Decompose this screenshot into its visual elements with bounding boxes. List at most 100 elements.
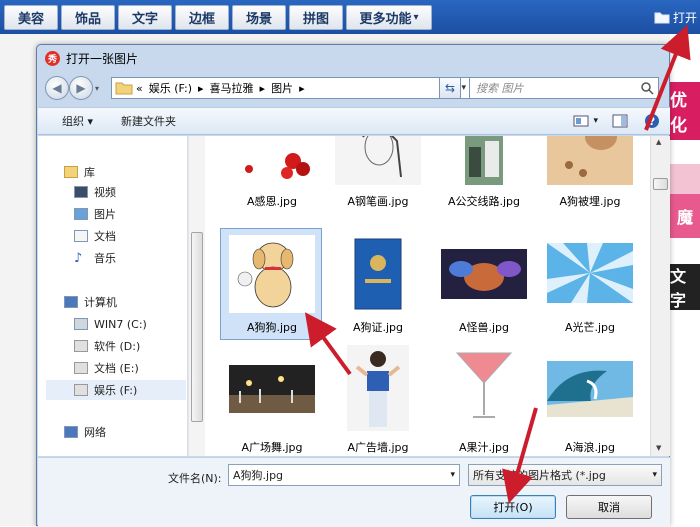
sidebar-scrollbar[interactable]: [188, 136, 205, 456]
file-name: A狗证.jpg: [352, 321, 404, 334]
banner-text: 魔: [676, 208, 693, 227]
sidebar-item-drive-c[interactable]: WIN7 (C:): [74, 314, 196, 334]
scroll-up-icon[interactable]: ▲: [656, 138, 661, 146]
file-item[interactable]: A狗证.jpg: [326, 228, 428, 340]
breadcrumb-drive[interactable]: 娱乐 (F:): [146, 80, 195, 96]
back-arrow-icon: ◀: [52, 81, 62, 95]
sidebar-item-network[interactable]: 网络: [64, 422, 186, 442]
sidebar-item-videos[interactable]: 视频: [74, 182, 196, 202]
sidebar-item-documents[interactable]: 文档: [74, 226, 196, 246]
chevron-right-icon[interactable]: ▸: [195, 82, 207, 95]
file-thumbnail: [347, 345, 409, 431]
file-item-selected[interactable]: A狗狗.jpg: [220, 228, 322, 340]
preview-divider: [670, 144, 700, 162]
refresh-button[interactable]: ⇆: [439, 77, 461, 99]
file-type-filter[interactable]: 所有支持的图片格式 (*.jpg ▾: [468, 464, 662, 486]
preview-pane-icon[interactable]: [612, 114, 628, 128]
preview-banner-1: 优化: [670, 82, 700, 140]
back-button[interactable]: ◀: [45, 76, 69, 100]
filename-label: 文件名(N):: [168, 472, 222, 485]
view-options-icon[interactable]: [573, 115, 589, 127]
forward-button[interactable]: ▶: [69, 76, 93, 100]
folder-icon: [654, 12, 670, 24]
file-name: A果汁.jpg: [458, 441, 510, 454]
navigation-row: ◀ ▶ ▾ « 娱乐 (F:) ▸ 喜马拉雅 ▸ 图片 ▸ ▾ ⇆ 搜索 图片: [43, 73, 663, 103]
file-item[interactable]: A感恩.jpg: [220, 136, 322, 216]
help-icon[interactable]: ?: [644, 113, 660, 129]
recent-locations-chevron-icon[interactable]: ▾: [95, 84, 99, 93]
file-list-scrollbar[interactable]: ▲ ▼: [650, 136, 670, 456]
tab-accessories[interactable]: 饰品: [61, 5, 115, 30]
forward-arrow-icon: ▶: [76, 81, 86, 95]
new-folder-button[interactable]: 新建文件夹: [121, 113, 176, 129]
chevron-right-icon[interactable]: ▸: [296, 82, 308, 95]
file-item[interactable]: A怪兽.jpg: [432, 228, 534, 340]
file-item[interactable]: A广告墙.jpg: [326, 342, 428, 454]
view-dropdown-icon[interactable]: ▾: [593, 116, 598, 126]
open-button-label: 打开(O): [493, 501, 533, 514]
address-bar[interactable]: « 娱乐 (F:) ▸ 喜马拉雅 ▸ 图片 ▸ ▾: [111, 77, 471, 99]
sidebar-item-label: 视频: [94, 186, 116, 199]
breadcrumb-current[interactable]: 图片: [268, 80, 296, 96]
dialog-footer: 文件名(N): A狗狗.jpg ▾ 所有支持的图片格式 (*.jpg ▾ 打开(…: [38, 457, 670, 527]
sidebar-item-drive-e[interactable]: 文档 (E:): [74, 358, 196, 378]
folder-icon: [115, 82, 133, 95]
sidebar-item-library[interactable]: 库: [64, 162, 186, 182]
sidebar-item-drive-f[interactable]: 娱乐 (F:): [46, 380, 186, 400]
refresh-icon: ⇆: [444, 81, 456, 95]
app-logo-icon: 秀: [45, 50, 60, 66]
tab-beauty[interactable]: 美容: [4, 5, 58, 30]
tab-label: 美容: [17, 12, 44, 27]
drive-icon: [74, 340, 88, 352]
chevron-down-icon[interactable]: ▾: [648, 470, 661, 480]
sidebar-item-label: 软件 (D:): [94, 340, 141, 353]
cancel-button-label: 取消: [598, 501, 620, 514]
open-button[interactable]: 打开(O): [470, 495, 556, 519]
file-item[interactable]: A光芒.jpg: [538, 228, 640, 340]
tab-border[interactable]: 边框: [175, 5, 229, 30]
chevron-down-icon[interactable]: ▾: [450, 470, 459, 480]
cancel-button[interactable]: 取消: [566, 495, 652, 519]
file-name: A光芒.jpg: [564, 321, 616, 334]
organize-button[interactable]: 组织 ▾: [62, 113, 93, 129]
file-item[interactable]: A公交线路.jpg: [432, 136, 534, 216]
tab-scene[interactable]: 场景: [232, 5, 286, 30]
sidebar-item-pictures[interactable]: 图片: [74, 204, 196, 224]
file-item[interactable]: A狗被埋.jpg: [538, 136, 640, 216]
file-item[interactable]: A钢笔画.jpg: [326, 136, 428, 216]
chevron-down-icon: ▾: [413, 12, 419, 23]
app-menu-bar: 美容 饰品 文字 边框 场景 拼图 更多功能 ▾ 打开: [0, 0, 700, 34]
tab-text[interactable]: 文字: [118, 5, 172, 30]
file-name: A钢笔画.jpg: [347, 195, 409, 208]
network-icon: [64, 426, 78, 438]
file-item[interactable]: A海浪.jpg: [538, 342, 640, 454]
video-icon: [74, 186, 88, 198]
sidebar-item-label: 图片: [94, 208, 116, 221]
open-file-button[interactable]: 打开: [654, 5, 700, 30]
sidebar-item-drive-d[interactable]: 软件 (D:): [74, 336, 196, 356]
sidebar-item-music[interactable]: ♪ 音乐: [74, 248, 196, 268]
tab-collage[interactable]: 拼图: [289, 5, 343, 30]
sidebar-scroll-thumb[interactable]: [191, 232, 203, 422]
file-list-scroll-thumb[interactable]: [653, 178, 668, 190]
file-name: A广告墙.jpg: [347, 441, 409, 454]
tab-more-features[interactable]: 更多功能 ▾: [346, 5, 432, 30]
breadcrumb-folder[interactable]: 喜马拉雅: [207, 80, 257, 96]
library-icon: [64, 166, 78, 178]
chevron-right-icon[interactable]: ▸: [257, 82, 269, 95]
file-thumbnail: [335, 235, 421, 313]
sidebar-item-label: 娱乐 (F:): [94, 384, 138, 397]
file-name: A怪兽.jpg: [458, 321, 510, 334]
filter-value: 所有支持的图片格式 (*.jpg: [473, 469, 606, 482]
search-input[interactable]: 搜索 图片: [469, 77, 659, 99]
sidebar-item-label: 网络: [84, 426, 106, 439]
file-item[interactable]: A广场舞.jpg: [220, 342, 322, 454]
scroll-down-icon[interactable]: ▼: [656, 444, 661, 452]
svg-text:?: ?: [649, 115, 655, 128]
file-name: A感恩.jpg: [246, 195, 298, 208]
filename-input[interactable]: A狗狗.jpg ▾: [228, 464, 460, 486]
sidebar-item-computer[interactable]: 计算机: [64, 292, 186, 312]
file-name: A海浪.jpg: [564, 441, 616, 454]
file-item[interactable]: A果汁.jpg: [432, 342, 534, 454]
breadcrumb-prefix[interactable]: «: [133, 82, 146, 95]
